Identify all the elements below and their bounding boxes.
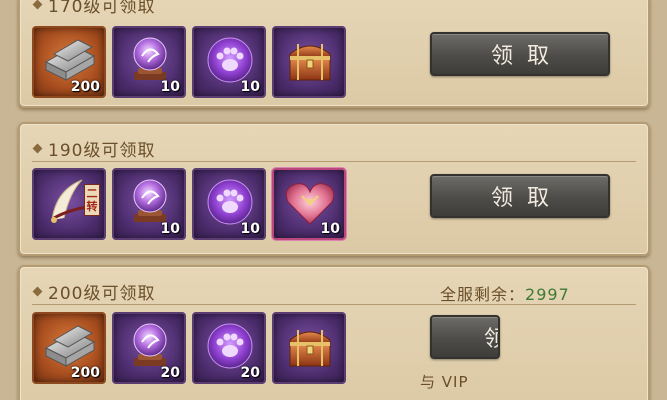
item-quantity: 20 [160, 365, 180, 381]
item-feather-whip[interactable]: 二转 [32, 168, 106, 240]
item-purple-paw-orb[interactable]: 10 [192, 168, 266, 240]
level-label: 200级可领取 [32, 279, 155, 304]
reward-row-200: 200级可领取 全服剩余：2997 200 20 20 与 VIP [18, 265, 650, 400]
item-list: 200 20 20 [32, 312, 346, 384]
item-crystal-orb[interactable]: 10 [112, 168, 186, 240]
tag-badge: 二转 [84, 184, 100, 216]
divider [32, 161, 636, 162]
item-quantity: 10 [160, 221, 180, 237]
level-label: 190级可领取 [32, 136, 155, 161]
divider [32, 304, 636, 305]
item-list: 200 10 10 [32, 26, 346, 98]
item-treasure-chest[interactable] [272, 312, 346, 384]
item-silver-ingot[interactable]: 200 [32, 26, 106, 98]
item-quantity: 10 [240, 79, 260, 95]
item-quantity: 10 [320, 221, 340, 237]
item-quantity: 20 [240, 365, 260, 381]
item-list: 二转 10 10 10 [32, 168, 346, 240]
item-quantity: 10 [160, 79, 180, 95]
server-remaining: 全服剩余：2997 [440, 285, 570, 304]
item-treasure-chest[interactable] [272, 26, 346, 98]
item-crystal-orb[interactable]: 20 [112, 312, 186, 384]
diamond-icon [32, 0, 43, 10]
level-label: 170级可领取 [32, 0, 155, 17]
treasure-chest-icon [289, 44, 331, 81]
claim-button[interactable]: 领 [430, 315, 500, 359]
reward-row-170: 170级可领取 200 10 10 领取 [18, 0, 650, 108]
item-purple-paw-orb[interactable]: 10 [192, 26, 266, 98]
item-quantity: 200 [70, 365, 100, 381]
item-quantity: 10 [240, 221, 260, 237]
diamond-icon [32, 143, 43, 154]
reward-row-190: 190级可领取 二转 10 10 10 领取 [18, 122, 650, 256]
item-silver-ingot[interactable]: 200 [32, 312, 106, 384]
claim-button[interactable]: 领取 [430, 174, 610, 218]
diamond-icon [32, 286, 43, 297]
item-heart-box[interactable]: 10 [272, 168, 346, 240]
item-quantity: 200 [70, 79, 100, 95]
claim-button[interactable]: 领取 [430, 32, 610, 76]
vip-text: 与 VIP [420, 373, 469, 391]
server-remaining-count: 2997 [525, 285, 570, 304]
item-crystal-orb[interactable]: 10 [112, 26, 186, 98]
treasure-chest-icon [289, 330, 331, 367]
item-purple-paw-orb[interactable]: 20 [192, 312, 266, 384]
